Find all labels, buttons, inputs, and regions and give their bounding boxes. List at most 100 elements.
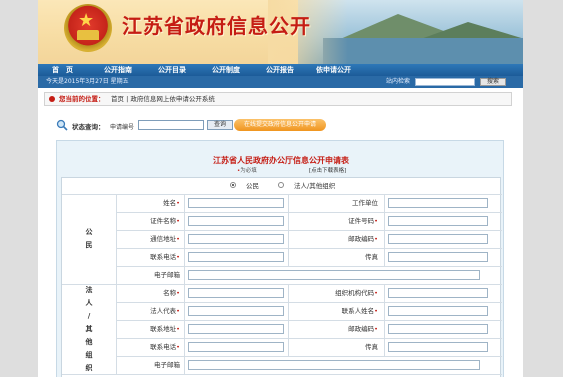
field-label-text: 联系电话 <box>150 343 177 351</box>
required-mark: • <box>374 235 378 243</box>
magnifier-icon <box>56 119 68 131</box>
main-nav: 首 页 公开指南 公开目录 公开制度 公开报告 依申请公开 <box>38 64 523 76</box>
site-search-label: 站内检索 <box>386 78 411 85</box>
legal-field-label: 联系电话• <box>122 342 180 352</box>
field-label-text: 传真 <box>365 343 378 351</box>
breadcrumb: 您当前的位置： 首页 | 政府信息网上依申请公开系统 <box>44 92 512 106</box>
citizen-field-input[interactable] <box>188 270 480 280</box>
legal-field-label: 联系人姓名• <box>308 306 378 316</box>
field-label-text: 电子邮箱 <box>154 271 180 279</box>
legal-field-input[interactable] <box>388 306 488 316</box>
breadcrumb-path[interactable]: 首页 | 政府信息网上依申请公开系统 <box>111 93 215 105</box>
citizen-field-input[interactable] <box>388 234 488 244</box>
required-note: •为必填 <box>237 166 257 174</box>
nav-home[interactable]: 首 页 <box>52 64 73 76</box>
lake-image <box>323 38 523 64</box>
legal-field-input[interactable] <box>188 306 284 316</box>
legal-field-label: 名称• <box>122 288 180 298</box>
field-label-text: 电子邮箱 <box>154 361 180 369</box>
nav-report[interactable]: 公开报告 <box>266 64 294 76</box>
required-mark: • <box>176 307 180 315</box>
location-icon <box>49 96 55 102</box>
legal-field-input[interactable] <box>188 360 480 370</box>
applicant-type-radio[interactable] <box>278 182 284 188</box>
citizen-field-label: 证件名称• <box>122 216 180 226</box>
field-label-text: 姓名 <box>163 199 177 207</box>
required-mark: • <box>374 307 378 315</box>
required-mark: • <box>374 325 378 333</box>
site-search-input[interactable] <box>415 78 475 86</box>
legal-field-label: 法人代表• <box>122 306 180 316</box>
required-mark: • <box>374 289 378 297</box>
legal-group-label: 组 <box>85 350 93 359</box>
citizen-field-input[interactable] <box>388 252 488 262</box>
apply-number-label: 申请编号 <box>110 124 135 131</box>
citizen-field-label: 联系电话• <box>122 252 180 262</box>
required-mark: • <box>176 343 180 351</box>
legal-group-label: 他 <box>85 337 93 346</box>
citizen-field-label: 电子邮箱 <box>122 270 180 280</box>
legal-field-label: 传真 <box>308 342 378 352</box>
legal-field-label: 电子邮箱 <box>122 360 180 370</box>
citizen-field-input[interactable] <box>188 252 284 262</box>
field-label-text: 法人代表 <box>150 307 177 315</box>
legal-field-label: 联系地址• <box>122 324 180 334</box>
field-label-text: 证件号码 <box>348 217 375 225</box>
field-label-text: 邮政编码 <box>348 325 375 333</box>
citizen-field-input[interactable] <box>388 216 488 226</box>
nav-system[interactable]: 公开制度 <box>212 64 240 76</box>
apply-online-button[interactable]: 在线提交政府信息公开申请 <box>234 119 326 131</box>
legal-group-label: 其 <box>85 324 93 333</box>
status-query: 状态查询： 申请编号 查询 在线提交政府信息公开申请 <box>52 118 472 134</box>
query-button[interactable]: 查询 <box>207 120 233 130</box>
legal-field-input[interactable] <box>388 288 488 298</box>
page: ★ 江苏省政府信息公开 首 页 公开指南 公开目录 公开制度 公开报告 依申请公… <box>38 0 523 377</box>
legal-group-label: 织 <box>85 363 93 372</box>
application-form-panel: 江苏省人民政府办公厅信息公开申请表 •为必填 [点击下载表格] 公民 法人/其他组… <box>56 140 504 377</box>
legal-field-input[interactable] <box>188 342 284 352</box>
citizen-group-label: 民 <box>85 241 93 249</box>
applicant-type-label: 法人/其他组织 <box>294 182 336 190</box>
legal-field-input[interactable] <box>188 288 284 298</box>
status-query-label: 状态查询： <box>72 123 105 131</box>
legal-field-input[interactable] <box>388 342 488 352</box>
nav-guide[interactable]: 公开指南 <box>104 64 132 76</box>
applicant-type-label: 公民 <box>246 182 259 190</box>
required-mark: • <box>176 325 180 333</box>
citizen-field-input[interactable] <box>188 198 284 208</box>
field-label-text: 传真 <box>365 253 378 261</box>
breadcrumb-label: 您当前的位置： <box>59 95 105 103</box>
nav-catalog[interactable]: 公开目录 <box>158 64 186 76</box>
field-label-text: 证件名称 <box>150 217 177 225</box>
field-label-text: 联系地址 <box>150 325 177 333</box>
field-label-text: 组织机构代码 <box>335 289 375 297</box>
citizen-field-input[interactable] <box>188 216 284 226</box>
required-mark: • <box>374 217 378 225</box>
legal-field-label: 邮政编码• <box>308 324 378 334</box>
field-label-text: 通信地址 <box>150 235 177 243</box>
site-search-button[interactable]: 搜索 <box>480 78 506 86</box>
legal-group-label: 法 <box>85 285 93 294</box>
national-emblem-icon: ★ <box>64 4 112 52</box>
field-label-text: 工作单位 <box>352 199 378 207</box>
citizen-field-input[interactable] <box>188 234 284 244</box>
download-form-link[interactable]: [点击下载表格] <box>309 166 346 174</box>
nav-apply[interactable]: 依申请公开 <box>316 64 351 76</box>
citizen-field-label: 姓名• <box>122 198 180 208</box>
citizen-field-label: 工作单位 <box>308 198 378 208</box>
legal-field-input[interactable] <box>388 324 488 334</box>
site-title: 江苏省政府信息公开 <box>122 14 311 38</box>
citizen-group-label: 公 <box>85 228 93 236</box>
apply-number-input[interactable] <box>138 120 204 130</box>
citizen-field-input[interactable] <box>388 198 488 208</box>
citizen-field-label: 证件号码• <box>308 216 378 226</box>
application-form-table: 公民 法人/其他组织公民姓名• 工作单位 证件名称• 证件号码• 通信地址• 邮政编码• 联系… <box>61 177 502 377</box>
required-mark: • <box>176 217 180 225</box>
citizen-field-label: 通信地址• <box>122 234 180 244</box>
current-date: 今天是2015年3月27日 星期五 <box>46 78 129 85</box>
legal-field-input[interactable] <box>188 324 284 334</box>
banner: ★ 江苏省政府信息公开 <box>38 0 523 64</box>
applicant-type-radio[interactable] <box>230 182 236 188</box>
field-label-text: 联系人姓名 <box>341 307 375 315</box>
legal-field-label: 组织机构代码• <box>308 288 378 298</box>
